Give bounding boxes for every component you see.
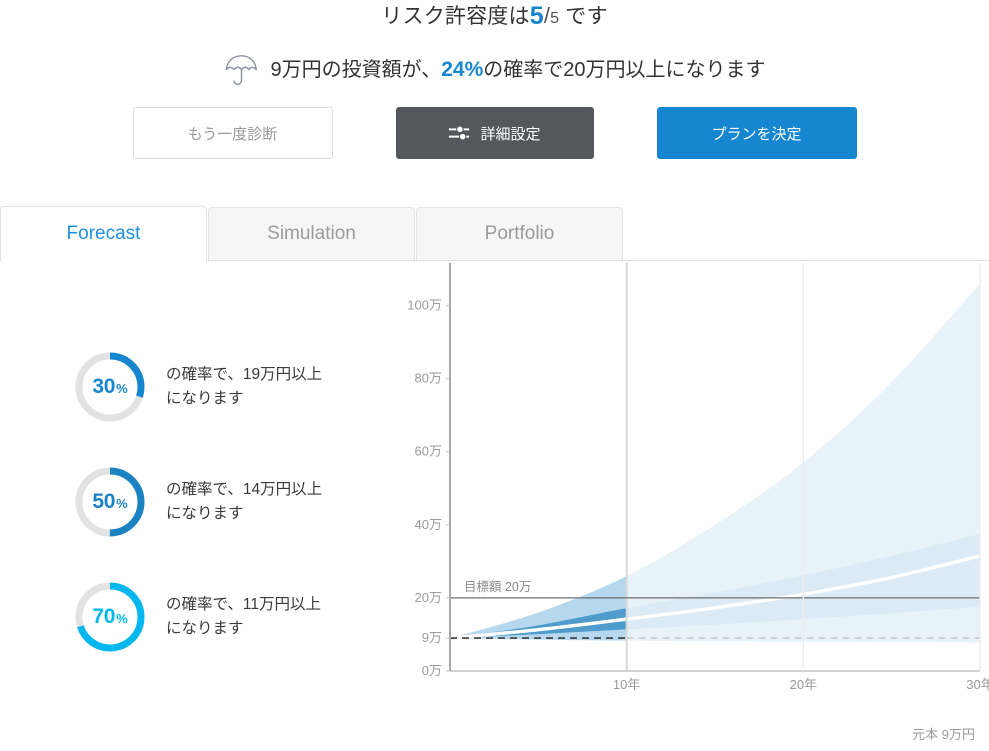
gauge-description-70-line1: の確率で、11万円以上 <box>166 595 321 613</box>
y-tick-label: 20万 <box>415 590 442 605</box>
action-button-row: もう一度診断 詳細設定 プランを決定 <box>0 107 989 159</box>
y-tick-label: 100万 <box>407 298 442 313</box>
redo-diagnosis-label: もう一度診断 <box>187 125 278 143</box>
forecast-chart-svg: 目標額 20万 0万 9万 20万 40万 60万 80万 100万 10年 20年 30年 <box>407 263 989 692</box>
gauge-item-50: 50% の確率で、14万円以上 になります <box>0 444 400 559</box>
risk-headline: リスク許容度は5/5 です <box>0 2 989 33</box>
risk-headline-suffix: です <box>565 5 608 28</box>
donut-gauge-70-label: 70% <box>72 579 148 655</box>
gauge-description-70: の確率で、11万円以上 になります <box>166 593 321 641</box>
risk-level-value: 5 <box>529 2 544 30</box>
gauge-description-50-line2: になります <box>166 504 244 522</box>
tab-bar: Forecast Simulation Portfolio <box>0 205 989 261</box>
y-tick-label: 0万 <box>422 663 442 678</box>
principal-note: 元本 9万円 <box>912 727 975 742</box>
tab-portfolio-label: Portfolio <box>484 223 555 244</box>
risk-headline-prefix: リスク許容度は <box>381 5 530 28</box>
y-tick-label: 40万 <box>415 517 442 532</box>
forecast-summary-prefix: 9万円の投資額が、 <box>270 59 442 81</box>
forecast-chart: 目標額 20万 0万 9万 20万 40万 60万 80万 100万 10年 20年 30年 元本 … <box>400 261 989 751</box>
decide-plan-button[interactable]: プランを決定 <box>656 107 857 159</box>
detail-settings-button[interactable]: 詳細設定 <box>395 107 594 159</box>
gauge-percent-symbol-30: % <box>116 381 128 396</box>
tab-forecast[interactable]: Forecast <box>0 206 207 261</box>
forecast-summary: 9万円の投資額が、24%の確率で20万円以上になります <box>0 53 989 87</box>
x-tick-label: 30年 <box>966 677 989 692</box>
x-tick-label: 10年 <box>613 677 640 692</box>
target-line-label: 目標額 20万 <box>464 580 531 594</box>
gauge-value-30: 30 <box>92 374 116 398</box>
sliders-icon <box>449 125 470 141</box>
tab-simulation[interactable]: Simulation <box>208 207 415 260</box>
redo-diagnosis-button[interactable]: もう一度診断 <box>132 107 333 159</box>
gauge-description-50-line1: の確率で、14万円以上 <box>166 480 323 498</box>
umbrella-icon <box>226 55 258 86</box>
gauge-value-70: 70 <box>92 604 116 628</box>
donut-gauge-30-label: 30% <box>72 349 148 425</box>
detail-settings-label: 詳細設定 <box>480 125 541 143</box>
donut-gauge-70: 70% <box>72 579 148 655</box>
tab-simulation-label: Simulation <box>267 223 356 244</box>
header: リスク許容度は5/5 です 9万円の投資額が、24%の確率で20万円以上になりま… <box>0 0 989 159</box>
x-tick-label: 20年 <box>790 677 817 692</box>
y-tick-label: 60万 <box>415 444 442 459</box>
donut-gauge-50: 50% <box>72 464 148 540</box>
tab-portfolio[interactable]: Portfolio <box>416 207 623 260</box>
y-tick-label: 80万 <box>415 371 442 386</box>
gauge-description-30-line2: になります <box>166 389 244 407</box>
gauge-percent-symbol-70: % <box>116 611 128 626</box>
gauge-description-30-line1: の確率で、19万円以上 <box>166 365 323 383</box>
forecast-panel: 30% の確率で、19万円以上 になります 50% の確率で、14万円以上 にな… <box>0 261 989 751</box>
donut-gauge-50-label: 50% <box>72 464 148 540</box>
gauge-description-70-line2: になります <box>166 619 244 637</box>
decide-plan-label: プランを決定 <box>711 125 802 143</box>
risk-level-max: 5 <box>550 10 560 27</box>
forecast-summary-text: 9万円の投資額が、24%の確率で20万円以上になります <box>270 56 765 84</box>
forecast-probability: 24% <box>441 58 484 81</box>
gauge-description-50: の確率で、14万円以上 になります <box>166 478 322 526</box>
gauge-item-30: 30% の確率で、19万円以上 になります <box>0 329 400 444</box>
gauge-item-70: 70% の確率で、11万円以上 になります <box>0 559 400 674</box>
tab-forecast-label: Forecast <box>66 222 141 244</box>
y-tick-label: 9万 <box>422 630 442 645</box>
donut-gauge-30: 30% <box>72 349 148 425</box>
gauge-description-30: の確率で、19万円以上 になります <box>166 363 322 411</box>
probability-gauge-list: 30% の確率で、19万円以上 になります 50% の確率で、14万円以上 にな… <box>0 261 400 751</box>
forecast-summary-suffix: の確率で20万円以上になります <box>483 59 766 81</box>
gauge-value-50: 50 <box>92 489 116 513</box>
gauge-percent-symbol-50: % <box>116 496 128 511</box>
